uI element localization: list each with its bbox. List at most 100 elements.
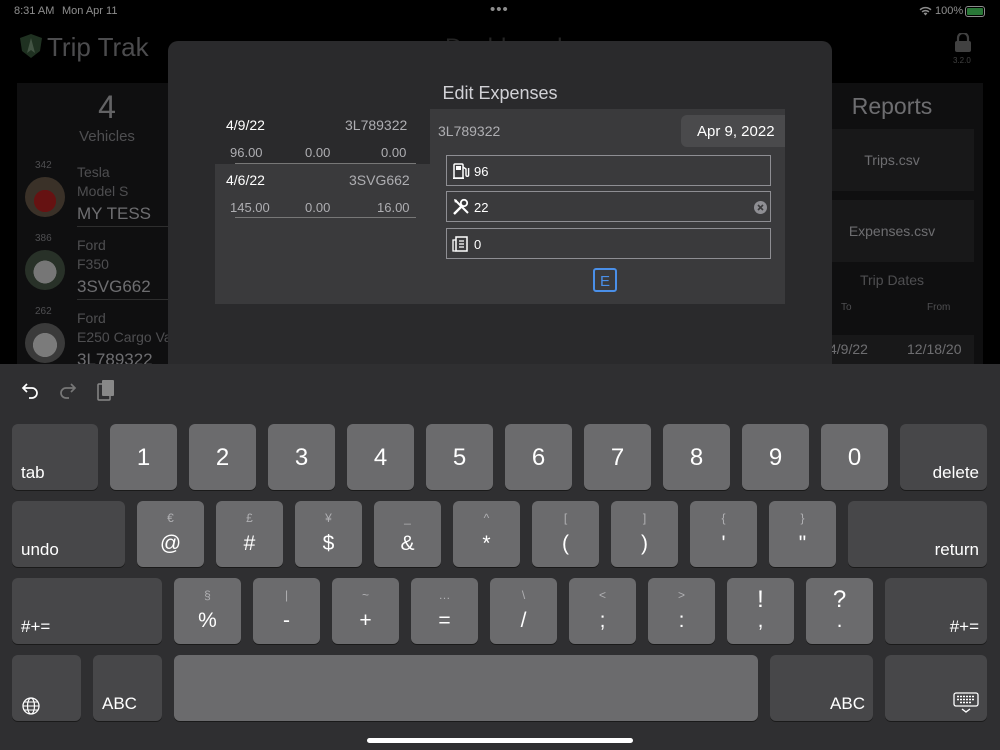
key-label: & [400,532,415,555]
fuel-value: 96 [474,164,489,179]
symbols-key-right[interactable]: #+= [885,578,987,644]
expense-list-item-selected[interactable]: 4/9/22 3L789322 96.00 0.00 0.00 [215,109,430,164]
expense-date: 4/6/22 [226,172,265,188]
expense-list-item[interactable]: 4/6/22 3SVG662 145.00 0.00 16.00 [215,164,430,219]
key-alt-label: > [677,588,685,602]
key-comma[interactable]: !, [727,578,794,644]
space-key[interactable] [174,655,758,721]
key-alt-label: ] [642,511,647,525]
repair-field[interactable]: 22 [446,191,771,222]
key-slash[interactable]: \ / [490,578,557,644]
key-at[interactable]: € @ [137,501,204,567]
key-label: $ [322,532,335,555]
tab-key[interactable]: tab [12,424,98,490]
key-alt-label: } [800,511,805,525]
key-alt-label: § [204,588,211,602]
key-equals[interactable]: … = [411,578,478,644]
key-label: ' [721,532,726,555]
key-label: 7 [610,444,625,471]
key-close-paren[interactable]: ]) [611,501,678,567]
e-button[interactable]: E [593,268,617,292]
key-alt-label: _ [404,511,411,525]
key-9[interactable]: 9 [742,424,809,490]
key-label: # [243,532,256,555]
symbols-key-left[interactable]: #+= [12,578,162,644]
undo-key[interactable]: undo [12,501,125,567]
clear-text-button[interactable] [754,201,767,214]
globe-key[interactable] [12,655,81,721]
selected-plate: 3L789322 [438,123,501,139]
key-open-paren[interactable]: [( [532,501,599,567]
fuel-pump-icon [453,163,470,179]
key-alt-label: … [438,588,451,602]
key-label: 4 [373,444,388,471]
key-label: % [198,609,217,632]
expense-repair: 0.00 [305,200,331,215]
key-asterisk[interactable]: ^ * [453,501,520,567]
return-key[interactable]: return [848,501,987,567]
abc-key-label: ABC [102,694,137,713]
key-6[interactable]: 6 [505,424,572,490]
key-label: / [520,609,527,632]
expense-date: 4/9/22 [226,117,265,133]
keyboard: tab 1 2 3 4 5 6 7 8 9 0 delete undo € @ £… [0,364,1000,750]
paste-icon[interactable] [96,378,116,402]
expense-plate: 3SVG662 [349,172,410,188]
key-label: = [438,609,451,632]
abc-key-label: ABC [830,694,865,713]
dismiss-keyboard-key[interactable] [885,655,987,721]
modal-title: Edit Expenses [442,83,558,103]
key-label: 0 [847,444,862,471]
key-colon[interactable]: >: [648,578,715,644]
tools-icon [453,198,469,215]
globe-icon [22,697,40,715]
key-3[interactable]: 3 [268,424,335,490]
other-value: 0 [474,237,482,252]
key-quote[interactable]: } " [769,501,836,567]
key-2[interactable]: 2 [189,424,256,490]
repair-value: 22 [474,200,489,215]
expense-fuel: 96.00 [230,145,263,160]
key-0[interactable]: 0 [821,424,888,490]
key-apostrophe[interactable]: {' [690,501,757,567]
key-alt-label: ¥ [325,511,332,525]
abc-key-left[interactable]: ABC [93,655,162,721]
abc-key-right[interactable]: ABC [770,655,873,721]
undo-icon[interactable] [20,380,40,400]
key-7[interactable]: 7 [584,424,651,490]
e-button-label: E [599,273,610,290]
clear-icon [757,204,764,211]
fuel-field[interactable]: 96 [446,155,771,186]
key-hash[interactable]: £ # [216,501,283,567]
key-label: 2 [215,444,230,471]
key-percent[interactable]: §% [174,578,241,644]
key-1[interactable]: 1 [110,424,177,490]
key-period[interactable]: ?. [806,578,873,644]
date-picker-label: Apr 9, 2022 [697,123,775,140]
key-alt-label: ^ [483,511,490,525]
key-minus[interactable]: | - [253,578,320,644]
home-indicator[interactable] [367,738,633,743]
key-label: 8 [689,444,704,471]
key-8[interactable]: 8 [663,424,730,490]
key-4[interactable]: 4 [347,424,414,490]
date-picker-button[interactable]: Apr 9, 2022 [681,115,785,147]
redo-icon[interactable] [58,380,78,400]
key-alt-label: { [721,511,726,525]
delete-key[interactable]: delete [900,424,987,490]
key-alt-label: [ [563,511,568,525]
key-ampersand[interactable]: _ & [374,501,441,567]
key-label: @ [159,532,182,555]
key-label: ) [641,532,648,555]
key-alt-label: < [598,588,606,602]
tab-key-label: tab [21,463,45,482]
key-label: ( [562,532,569,555]
other-field[interactable]: 0 [446,228,771,259]
key-dollar[interactable]: ¥ $ [295,501,362,567]
key-semicolon[interactable]: <; [569,578,636,644]
key-label: 3 [294,444,309,471]
key-alt-label: | [284,588,289,602]
expense-repair: 0.00 [305,145,331,160]
key-plus[interactable]: ~ + [332,578,399,644]
key-5[interactable]: 5 [426,424,493,490]
